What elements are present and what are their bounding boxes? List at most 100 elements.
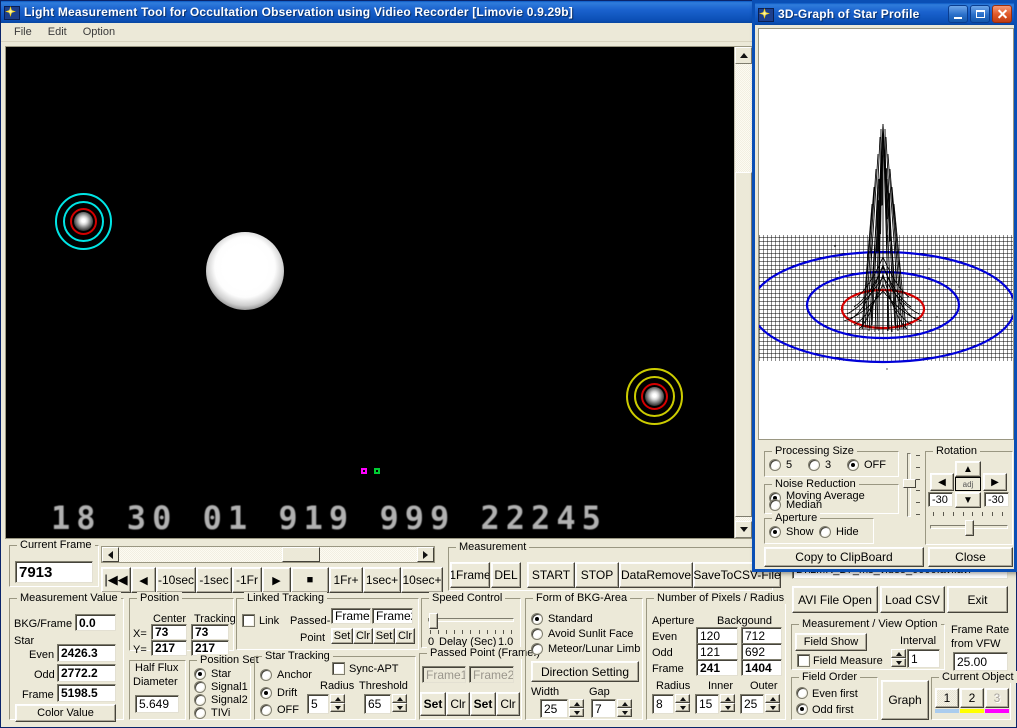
field-order-odd-radio[interactable] xyxy=(796,703,808,715)
back-1frame-button[interactable]: -1Fr xyxy=(232,567,262,593)
rotation-slider-thumb[interactable] xyxy=(965,520,974,536)
pixels-frame-background[interactable]: 1404 xyxy=(741,659,782,676)
position-x-tracking[interactable]: 73 xyxy=(191,624,229,640)
rotation-right-value[interactable]: -30 xyxy=(984,492,1009,507)
threshold-spin-up[interactable] xyxy=(392,694,407,703)
bkg-gap-spin-down[interactable] xyxy=(617,708,632,717)
color-value-button[interactable]: Color Value xyxy=(15,704,116,722)
interval-input[interactable]: 1 xyxy=(907,649,940,668)
inner-spin-up[interactable] xyxy=(720,694,735,703)
bkg-avoid-sunlit-radio[interactable] xyxy=(531,628,543,640)
bkg-gap-spin-up[interactable] xyxy=(617,699,632,708)
bkg-standard-radio[interactable] xyxy=(531,613,543,625)
seek-right-button[interactable] xyxy=(417,547,434,562)
aperture-show-radio[interactable] xyxy=(769,526,781,538)
scroll-up-button[interactable] xyxy=(735,47,753,64)
radius-field-spin-up[interactable] xyxy=(675,694,690,703)
back-1sec-button[interactable]: -1sec xyxy=(196,567,232,593)
zoom-slider[interactable] xyxy=(902,453,920,517)
current-object-1-button[interactable]: 1 xyxy=(935,688,959,708)
rotate-left-button[interactable]: ◀ xyxy=(930,473,954,491)
linked-set1-button[interactable]: Set xyxy=(331,628,353,644)
processing-size-3-radio[interactable] xyxy=(808,459,820,471)
bkg-width-spinner[interactable] xyxy=(569,699,584,717)
forward-1sec-button[interactable]: 1sec+ xyxy=(363,567,401,593)
speed-slider-thumb[interactable] xyxy=(429,613,438,629)
star-tracking-anchor-radio[interactable] xyxy=(260,669,272,681)
outer-spinner[interactable] xyxy=(765,694,780,712)
position-y-center[interactable]: 217 xyxy=(151,640,187,656)
bkg-gap-input[interactable]: 7 xyxy=(591,699,616,718)
threshold-spin-down[interactable] xyxy=(392,703,407,712)
inner-spin-down[interactable] xyxy=(720,703,735,712)
tracking-radius-input[interactable]: 5 xyxy=(307,694,329,714)
pixels-even-aperture[interactable]: 120 xyxy=(696,627,738,644)
field-show-button[interactable]: Field Show xyxy=(795,633,867,651)
star-tracking-drift-radio[interactable] xyxy=(260,687,272,699)
half-flux-value[interactable]: 5.649 xyxy=(135,695,179,713)
direction-setting-button[interactable]: Direction Setting xyxy=(531,661,639,682)
bkg-frame-input[interactable]: 0.0 xyxy=(75,614,116,631)
position-set-tivi-radio[interactable] xyxy=(194,707,206,719)
processing-size-off-radio[interactable] xyxy=(847,459,859,471)
tracking-threshold-input[interactable]: 65 xyxy=(364,694,391,714)
passed-clr1-button[interactable]: Clr xyxy=(446,692,470,716)
bkg-width-input[interactable]: 25 xyxy=(540,699,568,718)
menu-item-option[interactable]: Option xyxy=(76,25,122,39)
copy-to-clipboard-button[interactable]: Copy to ClipBoard xyxy=(764,547,924,567)
passed-frame2-input[interactable]: Frame2 xyxy=(469,666,514,683)
seek-thumb[interactable] xyxy=(282,547,320,562)
current-object-2-button[interactable]: 2 xyxy=(960,688,984,708)
current-frame-input[interactable]: 7913 xyxy=(15,561,93,583)
position-x-center[interactable]: 73 xyxy=(151,624,187,640)
passed-clr2-button[interactable]: Clr xyxy=(496,692,520,716)
data-remove-button[interactable]: DataRemove xyxy=(619,562,693,588)
rotate-right-button[interactable]: ▶ xyxy=(983,473,1007,491)
radius-input[interactable]: 8 xyxy=(652,694,674,714)
scroll-thumb[interactable] xyxy=(735,172,753,517)
radius-spin-up[interactable] xyxy=(330,694,345,703)
star-even-value[interactable]: 2426.3 xyxy=(57,644,116,662)
position-set-star-radio[interactable] xyxy=(194,668,206,680)
linked-frame2-input[interactable]: Frame2 xyxy=(372,608,413,624)
maximize-button[interactable] xyxy=(970,5,990,23)
video-vertical-scrollbar[interactable] xyxy=(734,47,753,538)
interval-spinner[interactable] xyxy=(891,649,906,667)
bkg-width-spin-up[interactable] xyxy=(569,699,584,708)
menu-item-edit[interactable]: Edit xyxy=(41,25,74,39)
linked-clr2-button[interactable]: Clr xyxy=(395,628,415,644)
radius-field-spin-down[interactable] xyxy=(675,703,690,712)
step-back-button[interactable]: ◀ xyxy=(131,567,156,593)
field-measure-checkbox[interactable] xyxy=(797,654,810,667)
graph-button[interactable]: Graph xyxy=(881,680,929,720)
pixels-frame-aperture[interactable]: 241 xyxy=(696,659,738,676)
outer-spin-up[interactable] xyxy=(765,694,780,703)
zoom-slider-thumb[interactable] xyxy=(903,479,916,488)
exit-button[interactable]: Exit xyxy=(947,586,1008,613)
linked-frame1-input[interactable]: Frame1 xyxy=(331,608,371,624)
linked-set2-button[interactable]: Set xyxy=(373,628,395,644)
field-order-even-radio[interactable] xyxy=(796,687,808,699)
link-checkbox[interactable] xyxy=(242,614,255,627)
video-canvas[interactable]: 18 30 01 919 999 22245 xyxy=(6,47,735,538)
measure-del-button[interactable]: DEL xyxy=(491,562,521,588)
tracking-threshold-spinner[interactable] xyxy=(392,694,407,712)
forward-10sec-button[interactable]: 10sec+ xyxy=(401,567,443,593)
avi-file-open-button[interactable]: AVI File Open xyxy=(792,586,878,613)
bkg-gap-spinner[interactable] xyxy=(617,699,632,717)
outer-input[interactable]: 25 xyxy=(740,694,764,714)
passed-frame1-input[interactable]: Frame1 xyxy=(422,666,466,683)
aperture-hide-radio[interactable] xyxy=(819,526,831,538)
graph-title-bar[interactable]: 3D-Graph of Star Profile xyxy=(755,3,1014,25)
rotate-up-button[interactable]: ▲ xyxy=(955,461,981,477)
rewind-to-start-button[interactable]: |◀◀ xyxy=(101,567,131,593)
forward-1frame-button[interactable]: 1Fr+ xyxy=(329,567,363,593)
rotate-down-button[interactable]: ▼ xyxy=(955,492,981,508)
radius-spinner[interactable] xyxy=(675,694,690,712)
bkg-width-spin-down[interactable] xyxy=(569,708,584,717)
rotate-adjust-button[interactable]: adj xyxy=(955,477,981,491)
outer-spin-down[interactable] xyxy=(765,703,780,712)
scroll-down-button[interactable] xyxy=(735,521,753,538)
pixels-odd-aperture[interactable]: 121 xyxy=(696,643,738,660)
radius-spin-down[interactable] xyxy=(330,703,345,712)
